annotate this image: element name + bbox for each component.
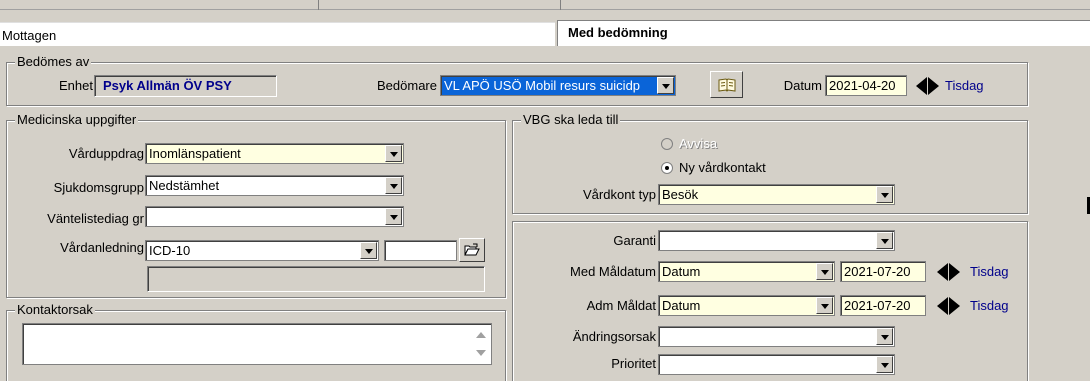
tab-mottagen[interactable]: Mottagen — [0, 22, 555, 46]
strip-divider — [318, 0, 319, 10]
varduppdrag-label: Vårduppdrag — [68, 146, 144, 161]
med-maldatum-type: Datum — [662, 264, 701, 279]
vardkont-typ-value: Besök — [662, 187, 699, 202]
sjukdomsgrupp-select[interactable]: Nedstämhet — [145, 175, 404, 196]
scroll-down-icon[interactable] — [476, 350, 486, 356]
med-maldatum-label: Med Måldatum — [570, 264, 656, 279]
chevron-down-icon[interactable] — [816, 297, 833, 314]
chevron-down-icon[interactable] — [657, 77, 674, 94]
date-stepper-icon[interactable] — [912, 75, 942, 96]
book-icon — [718, 77, 735, 92]
scroll-up-icon[interactable] — [476, 332, 486, 338]
vardkont-typ-label: Vårdkont typ — [583, 187, 656, 202]
vantelistediag-label: Väntelistediag gr — [47, 211, 144, 226]
book-button[interactable] — [710, 71, 743, 98]
prioritet-label: Prioritet — [611, 356, 656, 371]
chevron-down-icon[interactable] — [876, 328, 893, 345]
radio-ny-vardkontakt[interactable]: Ny vårdkontakt — [661, 160, 766, 175]
tab-row: Mottagen Med bedömning — [0, 20, 1090, 46]
datum-day: Tisdag — [945, 78, 984, 93]
open-folder-icon — [464, 243, 480, 256]
date-stepper-icon[interactable] — [933, 295, 963, 316]
chevron-down-icon[interactable] — [876, 356, 893, 373]
radio-avvisa-dot[interactable] — [661, 137, 673, 150]
vardanledning-select[interactable]: ICD-10 — [145, 240, 379, 261]
strip-divider — [560, 0, 561, 10]
radio-avvisa-label: Avvisa — [679, 136, 718, 151]
kontaktorsak-legend: Kontaktorsak — [15, 302, 95, 317]
med-maldatum-day: Tisdag — [970, 264, 1009, 279]
vantelistediag-select[interactable] — [145, 206, 404, 227]
vbg-legend: VBG ska leda till — [521, 112, 621, 127]
chevron-down-icon[interactable] — [876, 232, 893, 249]
sjukdomsgrupp-label: Sjukdomsgrupp — [53, 180, 144, 195]
chevron-down-icon[interactable] — [876, 186, 893, 203]
radio-ny-dot[interactable] — [661, 161, 673, 174]
vardkont-typ-select[interactable]: Besök — [658, 184, 895, 205]
vardanledning-value: ICD-10 — [149, 243, 191, 258]
andringsorsak-label: Ändringsorsak — [572, 329, 656, 344]
vardanledning-code-field[interactable] — [384, 240, 457, 261]
prioritet-select[interactable] — [658, 354, 895, 375]
open-button[interactable] — [459, 238, 485, 262]
enhet-value: Psyk Allmän ÖV PSY — [94, 75, 277, 97]
varduppdrag-select[interactable]: Inomlänspatient — [145, 143, 404, 164]
adm-maldat-type: Datum — [662, 298, 701, 313]
adm-maldat-date[interactable]: 2021-07-20 — [840, 295, 926, 316]
adm-maldat-label: Adm Måldat — [586, 298, 656, 313]
top-strip — [0, 0, 1090, 10]
enhet-label: Enhet — [59, 78, 93, 93]
radio-ny-label: Ny vårdkontakt — [679, 160, 766, 175]
chevron-down-icon[interactable] — [385, 145, 402, 162]
andringsorsak-select[interactable] — [658, 326, 895, 347]
chevron-down-icon[interactable] — [360, 242, 377, 259]
garanti-label: Garanti — [613, 233, 656, 248]
datum-label: Datum — [783, 78, 822, 93]
vardanledning-label: Vårdanledning — [60, 240, 144, 255]
med-maldatum-date[interactable]: 2021-07-20 — [840, 261, 926, 282]
sjukdomsgrupp-value: Nedstämhet — [149, 178, 220, 193]
chevron-down-icon[interactable] — [385, 177, 402, 194]
medicinska-legend: Medicinska uppgifter — [15, 112, 139, 127]
datum-field[interactable]: 2021-04-20 — [825, 75, 907, 96]
textarea-scrollbar[interactable] — [473, 326, 489, 362]
kontaktorsak-textarea[interactable] — [22, 323, 492, 365]
chevron-down-icon[interactable] — [816, 263, 833, 280]
date-stepper-icon[interactable] — [933, 261, 963, 282]
garanti-select[interactable] — [658, 230, 895, 251]
adm-maldat-type-select[interactable]: Datum — [658, 295, 835, 316]
adm-maldat-day: Tisdag — [970, 298, 1009, 313]
bedomare-select[interactable]: VL APÖ USÖ Mobil resurs suicidp — [440, 75, 676, 96]
vardanledning-description — [147, 266, 485, 292]
med-maldatum-type-select[interactable]: Datum — [658, 261, 835, 282]
bedomare-label: Bedömare — [377, 78, 437, 93]
chevron-down-icon[interactable] — [385, 208, 402, 225]
tab-med-bedomning[interactable]: Med bedömning — [557, 20, 1090, 46]
radio-avvisa[interactable]: Avvisa — [661, 136, 717, 151]
bedomes-av-legend: Bedömes av — [15, 54, 92, 69]
varduppdrag-value: Inomlänspatient — [149, 146, 241, 161]
bedomare-value: VL APÖ USÖ Mobil resurs suicidp — [444, 78, 641, 93]
